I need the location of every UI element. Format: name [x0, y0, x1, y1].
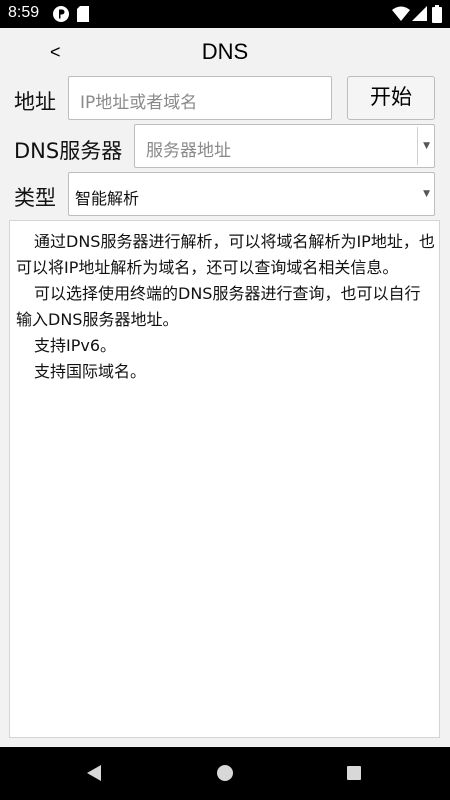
start-button[interactable]: 开始 — [347, 76, 435, 120]
status-bar: 8:59 — [0, 0, 450, 28]
address-label: 地址 — [14, 90, 56, 114]
chevron-down-icon: ▼ — [423, 189, 430, 199]
type-select[interactable]: 智能解析 ▼ — [68, 172, 435, 216]
dns-server-label: DNS服务器 — [14, 139, 123, 163]
info-paragraph: 支持IPv6。 — [34, 336, 117, 355]
page-title: DNS — [201, 39, 249, 64]
battery-icon — [432, 5, 442, 23]
signal-icon — [412, 6, 427, 21]
info-paragraph: 支持国际域名。 — [34, 362, 147, 381]
address-input[interactable]: IP地址或者域名 — [68, 76, 332, 120]
sd-card-icon — [77, 6, 89, 22]
info-paragraph: 可以选择使用终端的DNS服务器进行查询，也可以自行输入DNS服务器地址。 — [16, 284, 421, 329]
type-selected-value: 智能解析 — [75, 189, 140, 208]
dns-server-input[interactable]: 服务器地址 ▼ — [134, 124, 435, 168]
info-paragraph: 通过DNS服务器进行解析，可以将域名解析为IP地址，也可以将IP地址解析为域名，… — [16, 232, 435, 277]
dropdown-arrow-icon[interactable]: ▼ — [423, 141, 430, 151]
status-time: 8:59 — [8, 4, 40, 21]
navigation-bar — [0, 747, 450, 800]
nav-home-icon[interactable] — [217, 765, 233, 781]
nav-back-icon[interactable] — [87, 765, 101, 781]
dropdown-divider — [417, 127, 418, 165]
notification-p-icon — [53, 6, 69, 22]
type-label: 类型 — [14, 186, 56, 210]
dns-server-placeholder: 服务器地址 — [146, 141, 231, 161]
address-placeholder: IP地址或者域名 — [80, 93, 198, 113]
wifi-icon — [392, 6, 410, 21]
app-header: < DNS — [0, 28, 450, 76]
info-text-area[interactable]: 通过DNS服务器进行解析，可以将域名解析为IP地址，也可以将IP地址解析为域名，… — [9, 220, 440, 738]
nav-recents-icon[interactable] — [347, 766, 361, 780]
